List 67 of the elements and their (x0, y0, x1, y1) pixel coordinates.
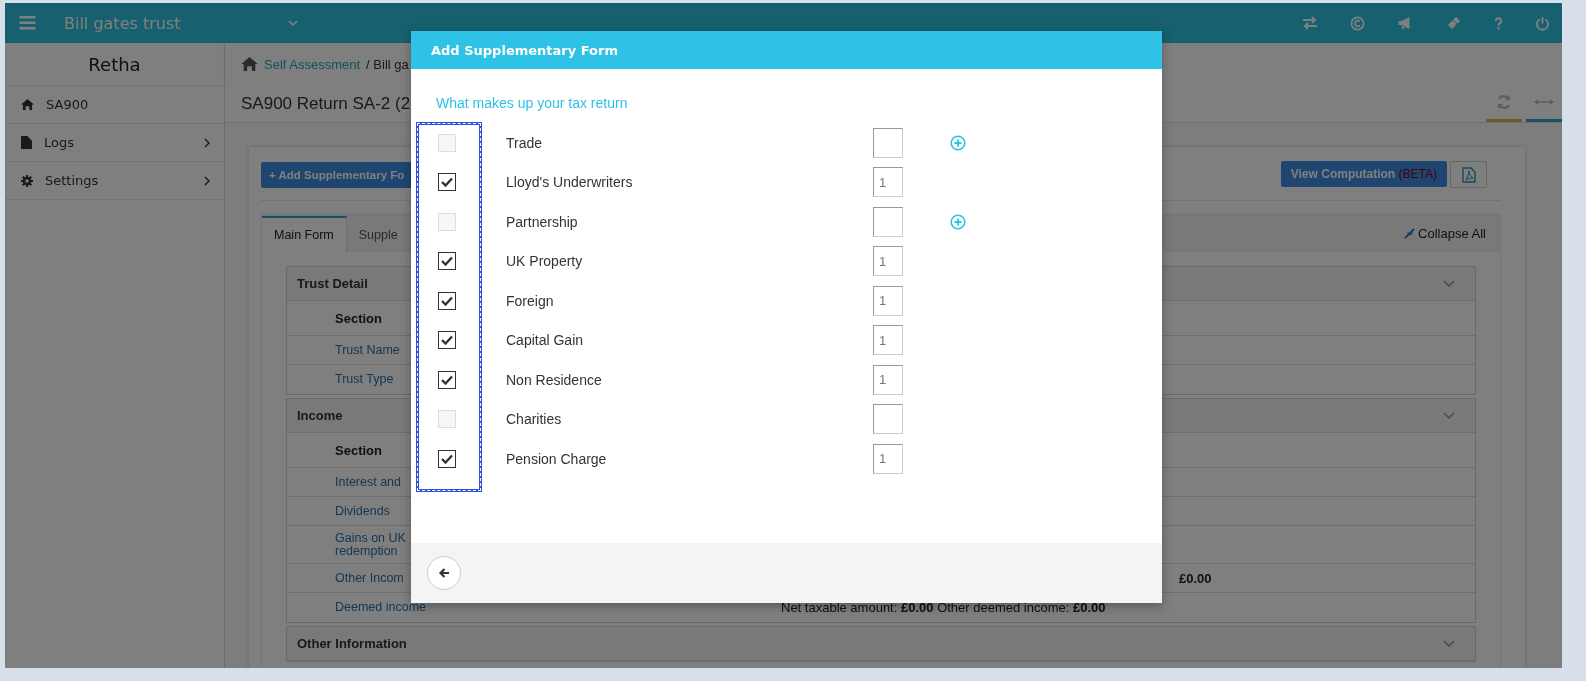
checkbox[interactable] (438, 331, 456, 350)
chevron-down-icon[interactable] (288, 20, 298, 26)
home-icon[interactable] (241, 57, 258, 71)
checkbox[interactable] (438, 449, 456, 468)
form-label: Foreign (506, 292, 555, 309)
count-field[interactable] (873, 127, 903, 158)
ticket-icon[interactable] (1446, 15, 1462, 31)
sidebar-item[interactable]: Logs (5, 124, 224, 162)
checkbox[interactable] (438, 173, 456, 192)
form-label: Non Residence (506, 371, 603, 388)
home-icon (21, 99, 34, 110)
count-field[interactable] (873, 404, 903, 435)
pdf-icon (1461, 166, 1476, 183)
count-field[interactable]: 1 (873, 246, 903, 277)
count-field[interactable]: 1 (873, 443, 903, 474)
tab[interactable]: Supple (346, 218, 410, 252)
column-header: Section (334, 311, 383, 325)
form-label: Trade (506, 134, 544, 151)
amount-text: Net taxable amount: £0.00 Other deemed income: £0.00 (781, 600, 1106, 615)
chevron-down-icon (1443, 640, 1455, 647)
user-name: Retha (5, 43, 224, 86)
pdf-button[interactable] (1450, 161, 1487, 188)
chevron-down-icon (1443, 412, 1455, 419)
chevron-down-icon (1443, 280, 1455, 287)
view-computation-button[interactable]: View Computation (BETA) (1280, 161, 1447, 187)
form-label: Pension Charge (506, 450, 608, 467)
amount-text: £0.00 (1179, 570, 1212, 586)
count-field[interactable]: 1 (873, 167, 903, 198)
double-arrow-icon (1534, 98, 1554, 106)
count-field[interactable] (873, 206, 903, 237)
form-label: UK Property (506, 253, 584, 270)
refresh-icon (1496, 94, 1512, 110)
breadcrumb-link[interactable]: Self Assessment (264, 56, 361, 72)
back-button[interactable] (427, 556, 461, 590)
copyright-icon[interactable] (1350, 15, 1365, 31)
form-label: Partnership (506, 213, 579, 230)
modal-title: Add Supplementary Form (431, 42, 618, 58)
section-link[interactable]: Deemed income (287, 601, 781, 614)
collapse-icon (1404, 228, 1416, 239)
swap-icon[interactable] (1302, 16, 1318, 30)
form-label: Lloyd's Underwriters (506, 174, 634, 191)
add-supplementary-button[interactable]: + Add Supplementary Fo (261, 161, 413, 188)
checkbox[interactable] (438, 370, 456, 389)
add-icon[interactable] (950, 134, 966, 151)
page-title: SA900 Return SA-2 (2 (241, 93, 411, 114)
column-header: Section (334, 443, 383, 457)
back-arrow-icon (438, 567, 450, 579)
modal-subtitle: What makes up your tax return (436, 95, 629, 111)
file-icon (21, 136, 32, 149)
breadcrumb-text: / Bill ga (366, 56, 409, 72)
form-label: Charities (506, 411, 563, 428)
count-field[interactable]: 1 (873, 364, 903, 395)
count-field[interactable]: 1 (873, 285, 903, 316)
count-field[interactable]: 1 (873, 325, 903, 356)
add-icon[interactable] (950, 213, 966, 230)
power-icon[interactable] (1535, 15, 1550, 31)
sidebar-item[interactable]: SA900 (5, 86, 224, 124)
collapse-all-link[interactable]: Collapse All (1404, 226, 1486, 241)
help-icon[interactable] (1494, 16, 1503, 30)
section-header[interactable]: Other Information (287, 627, 1475, 661)
menu-icon[interactable] (19, 16, 36, 30)
checkbox[interactable] (438, 252, 456, 271)
sidebar-item[interactable]: Settings (5, 162, 224, 200)
settings-icon (21, 174, 33, 187)
form-label: Capital Gain (506, 332, 585, 349)
checkbox[interactable] (438, 291, 456, 310)
tab[interactable]: Main Form (262, 216, 347, 252)
